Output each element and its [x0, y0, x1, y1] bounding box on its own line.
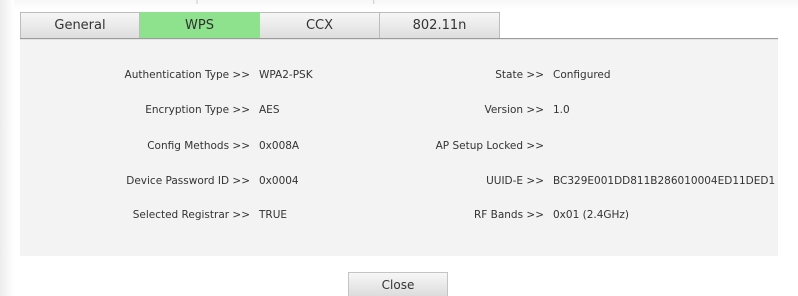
- field-label: RF Bands >>: [473, 209, 544, 221]
- field-value-authentication-type: WPA2-PSK: [259, 69, 313, 81]
- close-button[interactable]: Close: [348, 272, 448, 296]
- wps-info-panel: Authentication Type >> WPA2-PSK Encrypti…: [20, 40, 778, 256]
- top-fade: [0, 0, 798, 10]
- field-label: Selected Registrar >>: [132, 209, 250, 221]
- field-label: AP Setup Locked >>: [435, 140, 544, 152]
- field-label: Authentication Type >>: [124, 69, 250, 81]
- field-label: Encryption Type >>: [145, 104, 250, 116]
- field-value-selected-registrar: TRUE: [259, 209, 288, 221]
- header-partial-close: ): [370, 0, 377, 4]
- field-value-device-password-id: 0x0004: [259, 175, 299, 187]
- tab-wps[interactable]: WPS: [140, 12, 260, 38]
- left-edge-shadow: [0, 0, 14, 296]
- field-value-encryption-type: AES: [259, 104, 280, 116]
- header-partial-open: (: [195, 0, 202, 4]
- field-label: Version >>: [484, 104, 544, 116]
- tab-bar: General WPS CCX 802.11n: [20, 12, 500, 38]
- tab-ccx[interactable]: CCX: [260, 12, 380, 38]
- field-label: Device Password ID >>: [126, 175, 250, 187]
- field-label: State >>: [495, 69, 544, 81]
- header-cropped-text: (): [195, 0, 377, 4]
- tab-802-11n[interactable]: 802.11n: [380, 12, 500, 38]
- field-value-state: Configured: [553, 69, 611, 81]
- field-label: UUID-E >>: [486, 175, 544, 187]
- field-value-rf-bands: 0x01 (2.4GHz): [553, 209, 630, 221]
- field-value-version: 1.0: [553, 104, 570, 116]
- field-label: Config Methods >>: [147, 140, 250, 152]
- tab-general[interactable]: General: [20, 12, 140, 38]
- field-value-config-methods: 0x008A: [259, 140, 300, 152]
- field-value-uuid-e: BC329E001DD811B286010004ED11DED1: [553, 175, 776, 187]
